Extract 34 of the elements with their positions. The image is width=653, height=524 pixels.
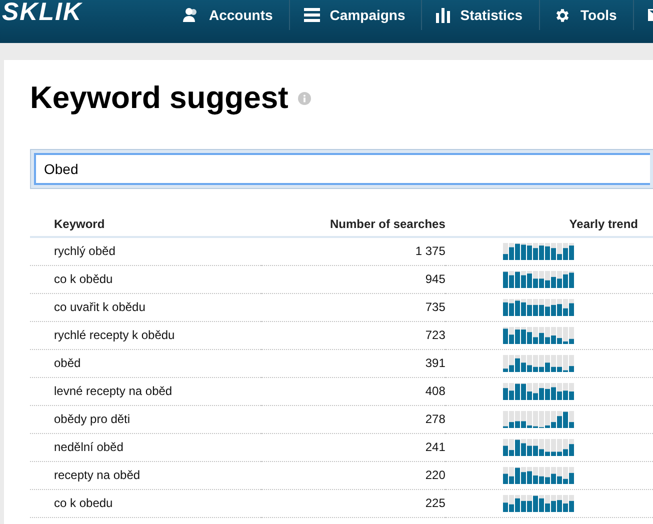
- searches-cell: 278: [261, 405, 446, 433]
- menu-icon: [304, 8, 320, 22]
- searches-cell: 735: [261, 293, 446, 321]
- nav-item[interactable]: Accounts: [169, 0, 290, 30]
- searches-cell: 220: [261, 461, 446, 489]
- searches-cell: 1 375: [261, 237, 446, 265]
- searches-cell: 945: [261, 265, 446, 293]
- bar-chart-icon: [436, 7, 450, 23]
- settings-icon: [554, 6, 571, 24]
- searches-cell: 723: [261, 321, 446, 349]
- logo[interactable]: SKLIK: [2, 0, 82, 26]
- keyword-cell: recepty na oběd: [30, 461, 262, 489]
- nav-item[interactable]: Statistics: [422, 0, 540, 30]
- keyword-cell: nedělní oběd: [30, 433, 262, 461]
- column-header: Yearly trend: [445, 212, 653, 237]
- keyword-cell: co uvařit k obědu: [30, 293, 262, 321]
- nav-item[interactable]: Tools: [540, 0, 634, 30]
- searches-cell: 408: [261, 377, 446, 405]
- page-title: Keyword suggest: [30, 80, 288, 116]
- people-icon: [183, 7, 199, 23]
- searches-cell: 241: [261, 433, 446, 461]
- keyword-cell: rychlý oběd: [30, 237, 262, 265]
- searches-cell: 225: [261, 489, 446, 517]
- keyword-cell: rychlé recepty k obědu: [30, 321, 262, 349]
- searches-cell: 391: [261, 349, 446, 377]
- keyword-cell: co k obedu: [30, 489, 262, 517]
- keyword-cell: oběd: [30, 349, 262, 377]
- column-header: Number of searches: [261, 212, 446, 237]
- keyword-cell: levné recepty na oběd: [30, 377, 262, 405]
- column-header: Keyword: [30, 212, 262, 237]
- keyword-cell: obědy pro děti: [30, 405, 262, 433]
- keyword-cell: co k obědu: [30, 265, 262, 293]
- nav-item[interactable]: Campaigns: [290, 0, 422, 30]
- search-field[interactable]: Obed: [30, 149, 653, 189]
